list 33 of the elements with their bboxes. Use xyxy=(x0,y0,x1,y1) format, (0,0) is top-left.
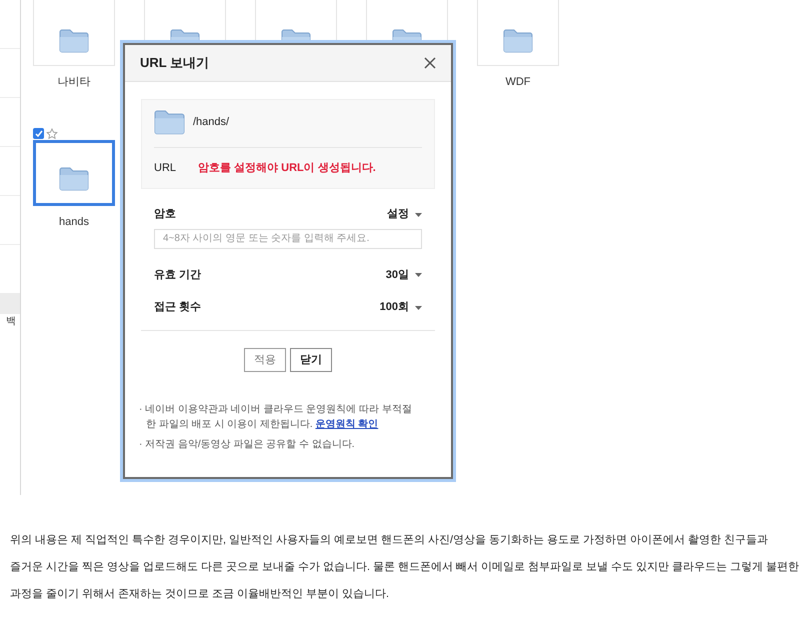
folder-name: hands xyxy=(59,214,89,230)
caret-icon xyxy=(415,306,422,310)
sidebar-row-highlight xyxy=(0,294,20,314)
caret-icon xyxy=(415,273,422,278)
notice-text: · 네이버 이용약관과 네이버 클라우드 운영원칙에 따라 부적절한 파일의 배포 시 이용이 제한됩니다. 운영원칙 확인 xyxy=(139,402,413,432)
url-message: 암호를 설정해야 URL이 생성됩니다. xyxy=(198,160,376,176)
folder-name: WDF xyxy=(505,75,531,90)
caret-icon xyxy=(415,212,422,217)
option-dropdown[interactable]: 100회 xyxy=(380,299,422,316)
folder-icon xyxy=(154,110,185,135)
folder-name: 나비타 xyxy=(58,75,90,90)
checkbox[interactable] xyxy=(33,128,44,139)
folder-icon xyxy=(59,29,89,53)
article-paragraph: 위의 내용은 제 직업적인 특수한 경우이지만, 일반적인 사용자들의 예로보면 핸드폰의 사진/영상을 동기화하는 용도로 가정하면 아이폰에서 촬영한 친구들과 즐거운 시간을 찍은 영상을 업로드해도 다른 곳으로 보내줄 수가 없습니다. 물론 핸드폰에서 빼서 이메일로 첨부파일로 보낼 수도 있지만 클라우드는 그렇게 불편한 과정을 줄이기 위해서 존재하는 것이므로 조금 이율배반적인 부분이 있습니다. xyxy=(10,533,799,602)
password-label: 암호 xyxy=(154,207,176,222)
star-icon[interactable] xyxy=(46,128,58,140)
folder-icon xyxy=(59,166,89,190)
password-dropdown[interactable]: 설정 xyxy=(387,206,422,223)
notice-text: · 저작권 음악/동영상 파일은 공유할 수 없습니다. xyxy=(139,438,356,452)
policy-link[interactable]: 운영원칙 확인 xyxy=(315,418,378,430)
url-label: URL xyxy=(154,160,176,176)
password-field[interactable]: 4~8자 사이의 영문 또는 숫자를 입력해 주세요. xyxy=(154,228,422,249)
sidebar-label: 백 xyxy=(6,315,16,329)
option-dropdown[interactable]: 30일 xyxy=(386,266,422,284)
dialog-title: URL 보내기 xyxy=(140,54,210,72)
option-label: 접근 횟수 xyxy=(154,300,202,316)
option-label: 유효 기간 xyxy=(154,268,202,283)
close-icon[interactable] xyxy=(424,57,436,69)
dialog-button[interactable]: 적용 xyxy=(244,348,286,372)
folder-icon xyxy=(503,29,533,53)
folder-path: /hands/ xyxy=(193,115,230,130)
dialog-button[interactable]: 닫기 xyxy=(290,348,332,372)
folder-tile[interactable] xyxy=(33,140,115,206)
